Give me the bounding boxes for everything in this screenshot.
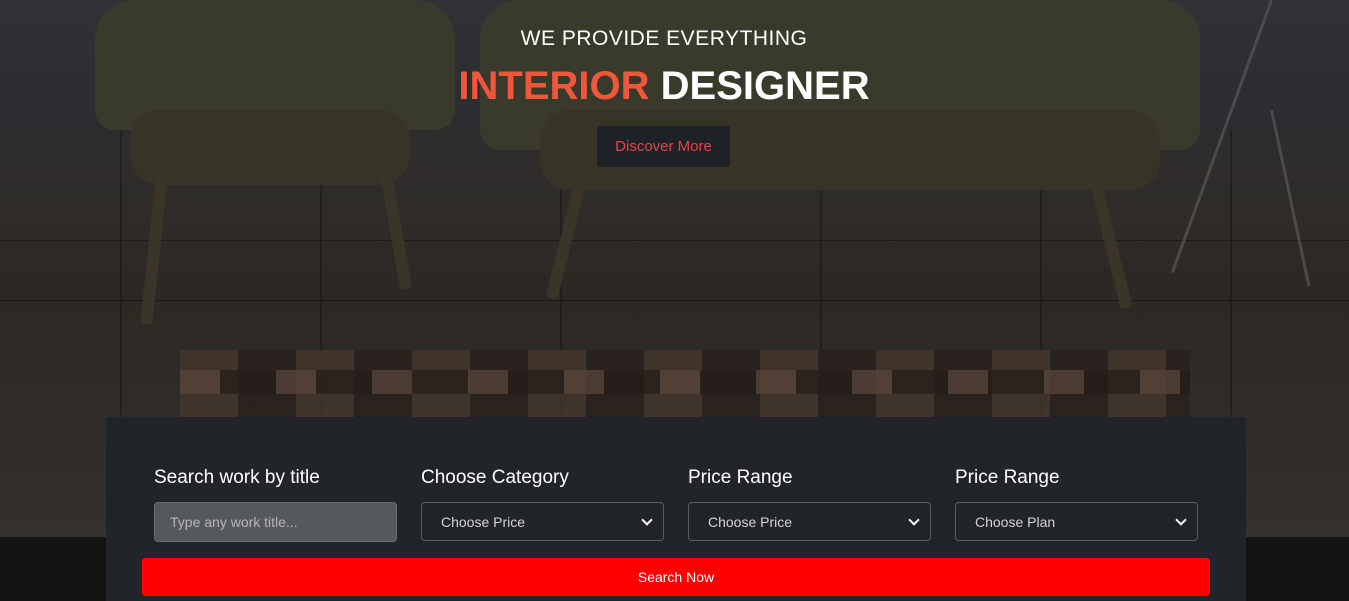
sofa-leg <box>1089 180 1133 310</box>
lamp-stand <box>1270 109 1311 287</box>
price-range-select-value: Choose Price <box>708 513 793 530</box>
plan-field: Price Range Choose Plan <box>955 466 1198 541</box>
category-select[interactable]: Choose Price <box>421 502 664 541</box>
chevron-down-icon <box>641 513 653 526</box>
plan-select[interactable]: Choose Plan <box>955 502 1198 541</box>
hero-headline: INTERIOR DESIGNER <box>0 64 1328 109</box>
price-range-label: Price Range <box>688 467 793 488</box>
category-field: Choose Category Choose Price <box>421 466 664 541</box>
floor-line <box>0 300 1349 301</box>
hero-rug-pattern <box>180 370 1190 394</box>
title-search-input[interactable] <box>154 502 397 542</box>
category-label: Choose Category <box>421 467 569 488</box>
plan-select-value: Choose Plan <box>975 513 1056 530</box>
armchair-leg <box>140 174 168 326</box>
floor-line <box>0 240 1349 241</box>
hero-tagline: WE PROVIDE EVERYTHING <box>520 27 808 50</box>
search-now-button[interactable]: Search Now <box>142 558 1210 596</box>
discover-more-button[interactable]: Discover More <box>597 126 730 167</box>
chevron-down-icon <box>1175 513 1187 526</box>
title-search-label: Search work by title <box>154 467 320 488</box>
headline-word: DESIGNER <box>660 64 870 108</box>
price-range-select[interactable]: Choose Price <box>688 502 931 541</box>
chevron-down-icon <box>908 513 920 526</box>
plan-label: Price Range <box>955 467 1060 488</box>
armchair-leg <box>379 169 413 291</box>
armchair-seat <box>130 110 410 185</box>
price-range-field: Price Range Choose Price <box>688 466 931 541</box>
headline-accent-word: INTERIOR <box>458 64 650 108</box>
title-search-field: Search work by title <box>154 466 397 542</box>
category-select-value: Choose Price <box>441 513 526 530</box>
